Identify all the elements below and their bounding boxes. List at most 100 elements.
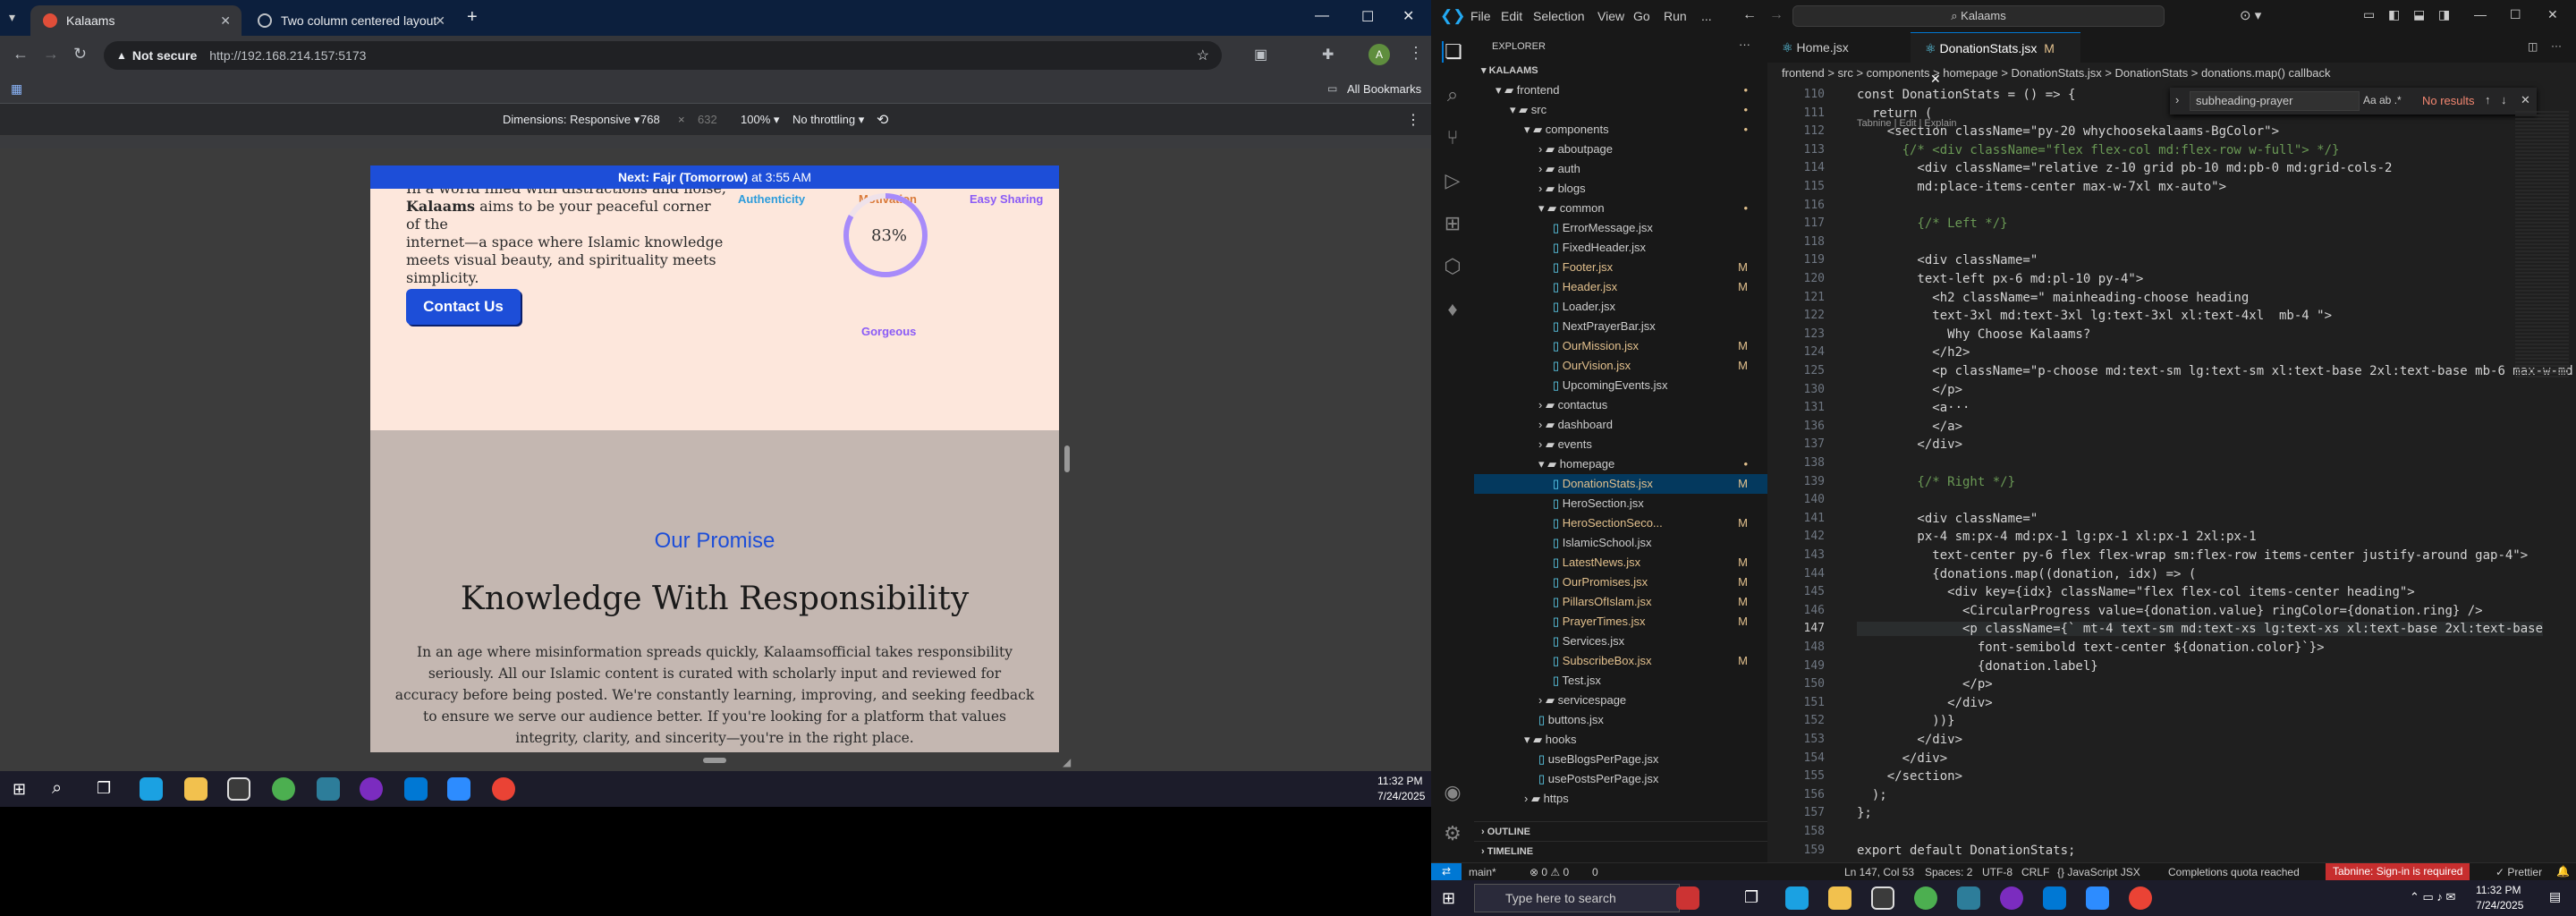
timeline-section[interactable]: › TIMELINE [1474, 841, 1767, 861]
code-line[interactable]: </h2> [1857, 345, 1970, 360]
maximize-icon[interactable]: ☐ [2510, 7, 2521, 22]
tree-file[interactable]: ▯ OurMission.jsx M [1474, 336, 1767, 356]
minimap[interactable] [2515, 111, 2569, 379]
mongodb-icon[interactable]: ♦ [1442, 299, 1463, 320]
clock-date[interactable]: 7/24/2025 [2476, 899, 2523, 912]
tree-file[interactable]: ▯ PillarsOfIslam.jsx M [1474, 592, 1767, 612]
tree-file[interactable]: ▯ useBlogsPerPage.jsx [1474, 750, 1767, 769]
code-line[interactable]: {/* Right */} [1857, 475, 2015, 489]
more-icon[interactable]: ⋮ [1406, 111, 1420, 129]
layout-icon[interactable]: ▭ [2363, 7, 2375, 22]
tab-kalaams[interactable]: Kalaams ✕ [30, 5, 242, 36]
tree-folder[interactable]: › ▰ aboutpage [1474, 140, 1767, 159]
close-window-icon[interactable]: ✕ [2547, 7, 2558, 22]
notification-center-icon[interactable]: ▤ [2549, 889, 2561, 904]
github-icon[interactable] [360, 777, 383, 801]
tree-folder[interactable]: ▾ ▰ homepage • [1474, 454, 1767, 474]
code-line[interactable]: <div className=" [1857, 253, 2038, 267]
find-prev-icon[interactable]: ↑ [2485, 93, 2491, 106]
code-line[interactable]: <h2 className=" mainheading-choose headi… [1857, 291, 2249, 305]
tree-folder[interactable]: › ▰ servicespage [1474, 691, 1767, 710]
extensions-icon[interactable]: ▣ [1254, 46, 1267, 64]
toggle-secondary-icon[interactable]: ◨ [2438, 7, 2450, 22]
file-explorer-icon[interactable] [184, 777, 208, 801]
tree-file[interactable]: ▯ IslamicSchool.jsx [1474, 533, 1767, 553]
tree-folder[interactable]: ▾ ▰ frontend • [1474, 81, 1767, 100]
quota-status[interactable]: Completions quota reached [2168, 866, 2300, 878]
tray-icons[interactable]: ⌃ ▭ ♪ ✉ [2410, 890, 2455, 904]
manage-gear-icon[interactable]: ⚙ [1442, 823, 1463, 844]
explorer-icon[interactable]: ❏ [1442, 41, 1463, 63]
find-input[interactable]: subheading-prayer [2190, 91, 2360, 111]
find-toggle-icon[interactable]: › [2175, 93, 2179, 106]
taskbar-search-input[interactable]: Type here to search [1474, 884, 1680, 912]
tree-file[interactable]: ▯ HeroSection.jsx [1474, 494, 1767, 513]
code-line[interactable]: </p> [1857, 677, 1993, 691]
code-line[interactable]: px-4 sm:px-4 md:px-1 lg:px-1 xl:px-1 2xl… [1857, 530, 2256, 544]
code-line[interactable]: {donation.label} [1857, 659, 2098, 674]
address-bar[interactable]: ▲ Not secure http://192.168.214.157:5173… [104, 41, 1222, 70]
edge-icon[interactable] [1785, 886, 1809, 910]
edge-icon[interactable] [140, 777, 163, 801]
tree-folder[interactable]: ▾ ▰ hooks [1474, 730, 1767, 750]
menu-file[interactable]: File [1470, 9, 1491, 23]
explorer-more-icon[interactable]: ··· [1739, 38, 1750, 51]
code-line[interactable]: </a> [1857, 420, 1962, 434]
menu-selection[interactable]: Selection [1533, 9, 1585, 23]
tree-folder[interactable]: › ▰ blogs [1474, 179, 1767, 199]
chrome-icon[interactable] [272, 777, 295, 801]
zoom-select[interactable]: 100% ▾ [741, 113, 779, 127]
code-line[interactable]: }; [1857, 806, 1872, 820]
tree-folder[interactable]: › ▰ events [1474, 435, 1767, 454]
code-line[interactable]: {/* Left */} [1857, 216, 2007, 231]
tree-file[interactable]: ▯ FixedHeader.jsx [1474, 238, 1767, 258]
menu-edit[interactable]: Edit [1501, 9, 1522, 23]
tree-file[interactable]: ▯ Test.jsx [1474, 671, 1767, 691]
tree-folder[interactable]: › ▰ auth [1474, 159, 1767, 179]
dimensions-select[interactable]: Dimensions: Responsive ▾ [503, 113, 640, 127]
copilot-icon[interactable]: ⊙ ▾ [2240, 7, 2261, 23]
clock-time[interactable]: 11:32 PM [1377, 775, 1422, 787]
widgets-icon[interactable] [1676, 886, 1699, 910]
docker-icon[interactable]: ⬡ [1442, 256, 1463, 277]
search-icon[interactable]: ⌕ [52, 778, 62, 799]
task-view-icon[interactable]: ❐ [97, 779, 111, 798]
tab-home-jsx[interactable]: ⚛ Home.jsx [1767, 32, 1911, 63]
tree-file[interactable]: ▯ HeroSectionSeco... M [1474, 513, 1767, 533]
code-line[interactable]: {donations.map((donation, idx) => ( [1857, 567, 2196, 581]
tree-file[interactable]: ▯ Footer.jsx M [1474, 258, 1767, 277]
command-center[interactable]: ⌕ Kalaams [1792, 5, 2165, 27]
media-query-ruler[interactable] [0, 136, 1431, 148]
language-mode[interactable]: {} JavaScript JSX [2057, 866, 2140, 878]
menu-go[interactable]: Go [1633, 9, 1650, 23]
app-icon[interactable] [1957, 886, 1980, 910]
tree-file[interactable]: ▯ OurPromises.jsx M [1474, 572, 1767, 592]
tree-file[interactable]: ▯ usePostsPerPage.jsx [1474, 769, 1767, 789]
windows-start-icon[interactable]: ⊞ [1442, 889, 1455, 908]
apps-icon[interactable]: ▦ [11, 81, 22, 97]
minimize-icon[interactable]: — [1315, 8, 1329, 24]
code-line[interactable]: </p> [1857, 383, 1962, 397]
menu-icon[interactable]: ⋮ [1408, 44, 1424, 63]
problems-indicator[interactable]: ⊗ 0 ⚠ 0 [1530, 866, 1569, 878]
all-bookmarks-link[interactable]: All Bookmarks [1347, 82, 1421, 96]
tab-search-icon[interactable]: ▾ [9, 10, 15, 25]
store-icon[interactable] [1871, 886, 1894, 910]
minimize-icon[interactable]: — [2474, 7, 2487, 21]
close-icon[interactable]: ✕ [435, 13, 445, 29]
vscode-icon[interactable] [404, 777, 428, 801]
star-icon[interactable]: ☆ [1197, 47, 1209, 64]
code-line[interactable]: text-left px-6 md:pl-10 py-4"> [1857, 272, 2143, 286]
url-text[interactable]: http://192.168.214.157:5173 [209, 48, 366, 63]
extensions-icon[interactable]: ⊞ [1442, 213, 1463, 234]
github-icon[interactable] [2000, 886, 2023, 910]
indentation[interactable]: Spaces: 2 [1925, 866, 1972, 878]
throttle-select[interactable]: No throttling ▾ [792, 113, 864, 127]
maximize-icon[interactable]: ☐ [1361, 8, 1374, 26]
tab-donationstats-jsx[interactable]: ⚛ DonationStats.jsx M ✕ [1911, 32, 2080, 86]
tree-file[interactable]: ▯ Loader.jsx [1474, 297, 1767, 317]
clock-time[interactable]: 11:32 PM [2476, 884, 2521, 896]
vscode-icon[interactable] [2043, 886, 2066, 910]
tree-folder[interactable]: ▾ ▰ src • [1474, 100, 1767, 120]
avatar[interactable]: A [1368, 44, 1390, 65]
